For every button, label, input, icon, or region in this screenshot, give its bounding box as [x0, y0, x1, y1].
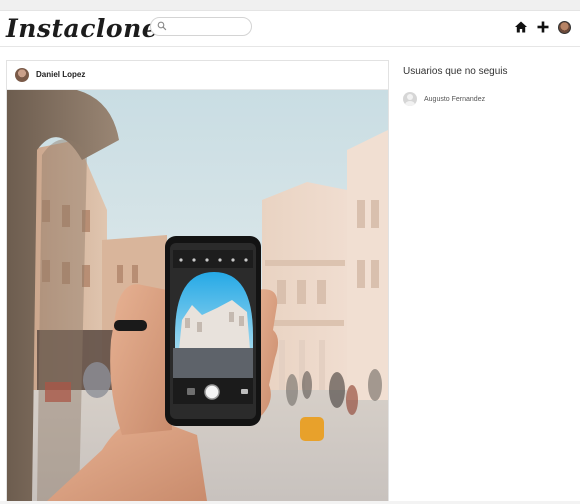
home-icon[interactable] [514, 20, 528, 34]
top-navbar: Instaclone [0, 11, 580, 47]
suggestion-avatar[interactable] [403, 92, 417, 106]
sidebar-title: Usuarios que no seguis [403, 66, 508, 77]
search-box[interactable] [150, 17, 252, 36]
sidebar: Usuarios que no seguis Augusto Fernandez [403, 60, 573, 106]
post-author-name[interactable]: Daniel Lopez [36, 70, 85, 79]
plus-icon[interactable] [536, 20, 550, 34]
post-header: Daniel Lopez [7, 61, 388, 90]
browser-top-strip [0, 0, 580, 11]
suggestion-name[interactable]: Augusto Fernandez [424, 96, 485, 103]
search-icon [157, 21, 167, 31]
suggestion-item[interactable]: Augusto Fernandez [403, 92, 573, 106]
post-image[interactable] [7, 90, 388, 501]
post-card: Daniel Lopez [6, 60, 389, 501]
post-author-avatar[interactable] [15, 68, 29, 82]
search-input[interactable] [169, 20, 249, 34]
profile-avatar[interactable] [558, 20, 571, 34]
post-photo-illustration [7, 90, 388, 501]
nav-icons [514, 20, 571, 34]
app-logo[interactable]: Instaclone [6, 14, 158, 43]
